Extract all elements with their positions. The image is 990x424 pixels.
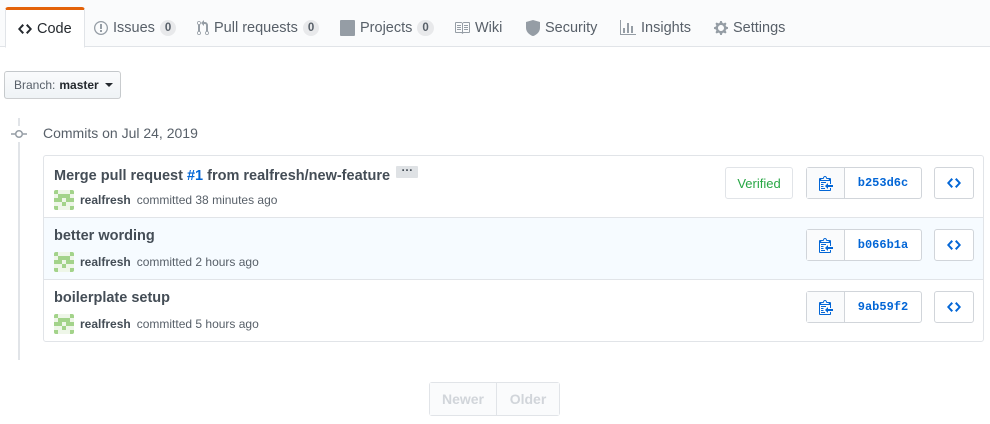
commit-meta: realfresh committed 5 hours ago — [54, 314, 259, 334]
pull-request-icon — [197, 19, 209, 36]
tab-label: Pull requests — [214, 19, 298, 36]
tab-settings[interactable]: Settings — [701, 7, 798, 48]
book-icon — [454, 20, 470, 36]
commit-time: committed 38 minutes ago — [136, 193, 278, 207]
branch-label: Branch: — [14, 78, 56, 92]
caret-down-icon — [104, 83, 113, 87]
tab-label: Insights — [641, 19, 691, 36]
tab-label: Issues — [113, 19, 155, 36]
commit-row: Merge pull request #1 from realfresh/new… — [44, 156, 983, 217]
commit-meta: realfresh committed 2 hours ago — [54, 252, 259, 272]
expand-message-button[interactable] — [396, 160, 419, 178]
code-icon — [947, 240, 961, 250]
tab-label: Wiki — [475, 19, 503, 36]
avatar[interactable] — [54, 190, 74, 210]
tab-projects[interactable]: Projects 0 — [327, 7, 447, 48]
verified-badge[interactable]: Verified — [725, 167, 793, 199]
git-commit-icon — [11, 126, 27, 142]
commit-sha-link[interactable]: 9ab59f2 — [845, 292, 921, 322]
project-icon — [340, 19, 355, 36]
browse-repo-button[interactable] — [934, 167, 974, 199]
gear-icon — [714, 20, 728, 36]
commit-meta: realfresh committed 38 minutes ago — [54, 190, 277, 210]
commit-title[interactable]: Merge pull request #1 from realfresh/new… — [54, 160, 419, 184]
commit-row: boilerplate setup realfresh committed 5 … — [44, 279, 983, 341]
commit-message-suffix[interactable]: from realfresh/new-feature — [203, 168, 390, 184]
code-icon — [18, 21, 32, 37]
pull-request-link[interactable]: #1 — [187, 168, 203, 184]
browse-repo-button[interactable] — [934, 229, 974, 261]
commit-sha-link[interactable]: b253d6c — [845, 168, 921, 198]
commit-row: better wording realfresh committed 2 hou… — [44, 217, 983, 279]
tab-label: Settings — [733, 19, 786, 36]
newer-button[interactable]: Newer — [430, 383, 497, 415]
timeline-line — [18, 118, 20, 360]
projects-count-badge: 0 — [417, 19, 434, 36]
issue-icon — [94, 20, 108, 36]
clippy-icon — [818, 238, 833, 253]
commit-sha-link[interactable]: b066b1a — [845, 230, 921, 260]
browse-repo-button[interactable] — [934, 291, 974, 323]
commit-time: committed 5 hours ago — [136, 317, 259, 331]
branch-name: master — [59, 78, 99, 92]
code-icon — [947, 178, 961, 188]
tab-label: Projects — [360, 19, 413, 36]
tab-issues[interactable]: Issues 0 — [81, 7, 189, 48]
commit-author[interactable]: realfresh — [80, 317, 131, 331]
tab-code[interactable]: Code — [5, 7, 85, 48]
commit-message-prefix[interactable]: Merge pull request — [54, 168, 187, 184]
commit-author[interactable]: realfresh — [80, 193, 131, 207]
code-icon — [947, 302, 961, 312]
sha-button-group: b066b1a — [806, 229, 922, 261]
pagination: Newer Older — [429, 382, 560, 416]
pull-requests-count-badge: 0 — [302, 19, 320, 36]
tab-security[interactable]: Security — [513, 7, 610, 48]
commit-time: committed 2 hours ago — [136, 255, 259, 269]
avatar[interactable] — [54, 314, 74, 334]
shield-icon — [526, 19, 540, 36]
commit-group-title: Commits on Jul 24, 2019 — [43, 125, 198, 141]
tab-label: Security — [545, 19, 598, 36]
copy-sha-button[interactable] — [807, 230, 845, 260]
commit-list: Merge pull request #1 from realfresh/new… — [43, 155, 984, 342]
commit-author[interactable]: realfresh — [80, 255, 131, 269]
tab-pull-requests[interactable]: Pull requests 0 — [184, 7, 332, 48]
repo-tab-nav: Code Issues 0 Pull requests 0 Projects 0… — [0, 0, 990, 48]
clippy-icon — [818, 300, 833, 315]
tab-label: Code — [37, 20, 72, 37]
tab-wiki[interactable]: Wiki — [441, 7, 515, 48]
sha-button-group: 9ab59f2 — [806, 291, 922, 323]
copy-sha-button[interactable] — [807, 168, 845, 198]
sha-button-group: b253d6c — [806, 167, 922, 199]
commit-title[interactable]: boilerplate setup — [54, 290, 170, 306]
avatar[interactable] — [54, 252, 74, 272]
tab-insights[interactable]: Insights — [607, 7, 704, 48]
commit-title[interactable]: better wording — [54, 228, 155, 244]
graph-icon — [620, 19, 636, 36]
issues-count-badge: 0 — [159, 19, 177, 36]
branch-select-button[interactable]: Branch: master — [4, 71, 121, 99]
copy-sha-button[interactable] — [807, 292, 845, 322]
clippy-icon — [818, 176, 833, 191]
older-button[interactable]: Older — [497, 383, 559, 415]
